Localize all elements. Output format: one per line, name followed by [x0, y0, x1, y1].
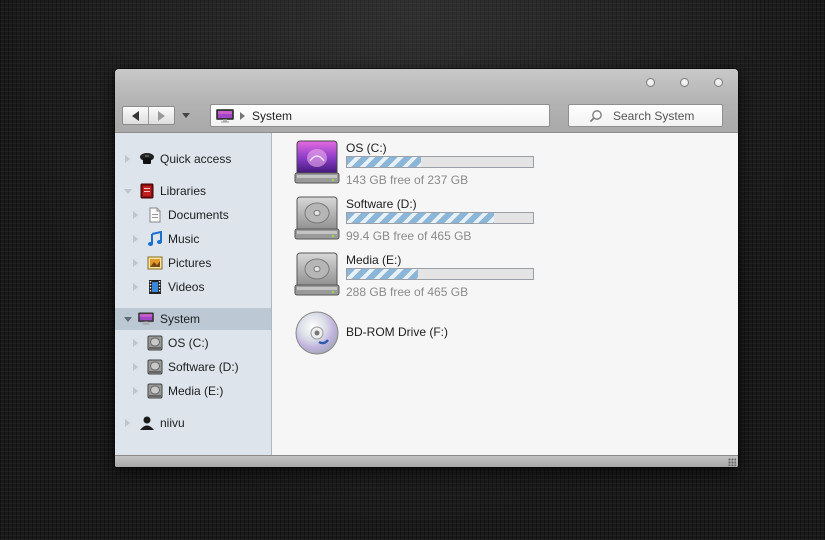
sidebar-item-label: Music — [168, 232, 200, 246]
sidebar-item-system[interactable]: System — [115, 308, 271, 330]
expand-arrow-icon[interactable] — [133, 387, 138, 395]
drive-item-media-e[interactable]: Media (E:) 288 GB free of 465 GB — [294, 251, 594, 303]
drive-name: Software (D:) — [346, 197, 417, 211]
sidebar-item-label: Videos — [168, 280, 205, 294]
hard-drive-icon — [294, 252, 340, 296]
sidebar-item-music[interactable]: Music — [115, 228, 271, 250]
sidebar-item-label: Software (D:) — [168, 360, 239, 374]
drive-usage-bar — [346, 268, 534, 280]
imac-computer-icon — [216, 108, 234, 122]
sidebar-item-label: System — [160, 312, 201, 326]
expand-arrow-icon[interactable] — [125, 419, 130, 427]
search-placeholder: Search System — [613, 108, 695, 123]
drive-item-bd-rom-f[interactable]: BD-ROM Drive (F:) — [294, 309, 594, 361]
forward-button[interactable] — [148, 107, 174, 124]
sidebar-item-label: Pictures — [168, 256, 212, 270]
sidebar-item-label: Media (E:) — [168, 384, 224, 398]
hard-drive-icon — [147, 359, 163, 375]
expand-arrow-icon[interactable] — [133, 259, 138, 267]
expand-arrow-icon[interactable] — [133, 211, 138, 219]
minimize-button[interactable] — [646, 78, 655, 87]
drive-usage-fill — [347, 157, 422, 167]
os-drive-icon — [294, 140, 340, 184]
sidebar-item-label: OS (C:) — [168, 336, 209, 350]
back-button[interactable] — [123, 107, 148, 124]
back-arrow-icon — [132, 110, 139, 121]
drive-name: BD-ROM Drive (F:) — [346, 325, 448, 339]
sidebar-item-label: Quick access — [160, 152, 232, 166]
videos-icon — [149, 280, 161, 294]
imac-computer-icon — [138, 312, 154, 325]
user-icon — [140, 416, 154, 430]
expand-arrow-icon[interactable] — [133, 235, 138, 243]
hard-drive-icon — [147, 335, 163, 351]
blu-ray-disc-icon — [295, 311, 339, 355]
navigation-buttons — [122, 106, 175, 125]
expand-arrow-icon[interactable] — [133, 339, 138, 347]
collapse-arrow-icon[interactable] — [124, 317, 132, 322]
drive-usage-bar — [346, 212, 534, 224]
drive-free-space: 288 GB free of 465 GB — [346, 285, 469, 299]
sidebar-item-label: niivu — [160, 416, 185, 430]
recent-locations-chevron-down-icon[interactable] — [182, 113, 190, 118]
drive-free-space: 143 GB free of 237 GB — [346, 173, 469, 187]
libraries-icon — [140, 183, 154, 199]
forward-arrow-icon — [158, 110, 165, 121]
drive-name: Media (E:) — [346, 253, 402, 267]
sidebar-item-videos[interactable]: Videos — [115, 276, 271, 298]
maximize-button[interactable] — [680, 78, 689, 87]
search-box[interactable]: Search System — [568, 104, 723, 127]
hard-drive-icon — [294, 196, 340, 240]
drive-usage-bar — [346, 156, 534, 168]
search-icon — [589, 109, 602, 122]
sidebar-item-user-niivu[interactable]: niivu — [115, 412, 271, 434]
breadcrumb-system[interactable]: System — [252, 109, 292, 123]
quick-access-icon — [140, 153, 154, 164]
navigation-tree: Quick access Libraries Documents Music P… — [115, 133, 271, 455]
title-bar: System Search System — [115, 69, 738, 133]
drive-item-software-d[interactable]: Software (D:) 99.4 GB free of 465 GB — [294, 195, 594, 247]
collapse-arrow-icon[interactable] — [124, 189, 132, 194]
sidebar-item-media-e[interactable]: Media (E:) — [115, 380, 271, 402]
address-bar[interactable]: System — [210, 104, 550, 127]
sidebar-item-label: Libraries — [160, 184, 207, 198]
breadcrumb-separator-icon — [240, 111, 245, 120]
sidebar-item-os-c[interactable]: OS (C:) — [115, 332, 271, 354]
expand-arrow-icon[interactable] — [133, 363, 138, 371]
sidebar-item-documents[interactable]: Documents — [115, 204, 271, 226]
sidebar-item-libraries[interactable]: Libraries — [115, 180, 271, 202]
sidebar-item-label: Documents — [168, 208, 229, 222]
pictures-icon — [147, 256, 163, 270]
music-icon — [148, 231, 162, 246]
status-bar — [115, 455, 738, 467]
drive-usage-fill — [347, 213, 494, 223]
expand-arrow-icon[interactable] — [133, 283, 138, 291]
content-pane: OS (C:) 143 GB free of 237 GB Software (… — [272, 133, 738, 455]
hard-drive-icon — [147, 383, 163, 399]
expand-arrow-icon[interactable] — [125, 155, 130, 163]
documents-icon — [149, 207, 161, 223]
resize-grip-icon[interactable] — [728, 458, 736, 466]
drive-item-os-c[interactable]: OS (C:) 143 GB free of 237 GB — [294, 139, 594, 191]
sidebar-item-software-d[interactable]: Software (D:) — [115, 356, 271, 378]
sidebar-item-quick-access[interactable]: Quick access — [115, 148, 271, 170]
sidebar-item-pictures[interactable]: Pictures — [115, 252, 271, 274]
drive-usage-fill — [347, 269, 418, 279]
close-button[interactable] — [714, 78, 723, 87]
drive-name: OS (C:) — [346, 141, 387, 155]
drive-free-space: 99.4 GB free of 465 GB — [346, 229, 472, 243]
